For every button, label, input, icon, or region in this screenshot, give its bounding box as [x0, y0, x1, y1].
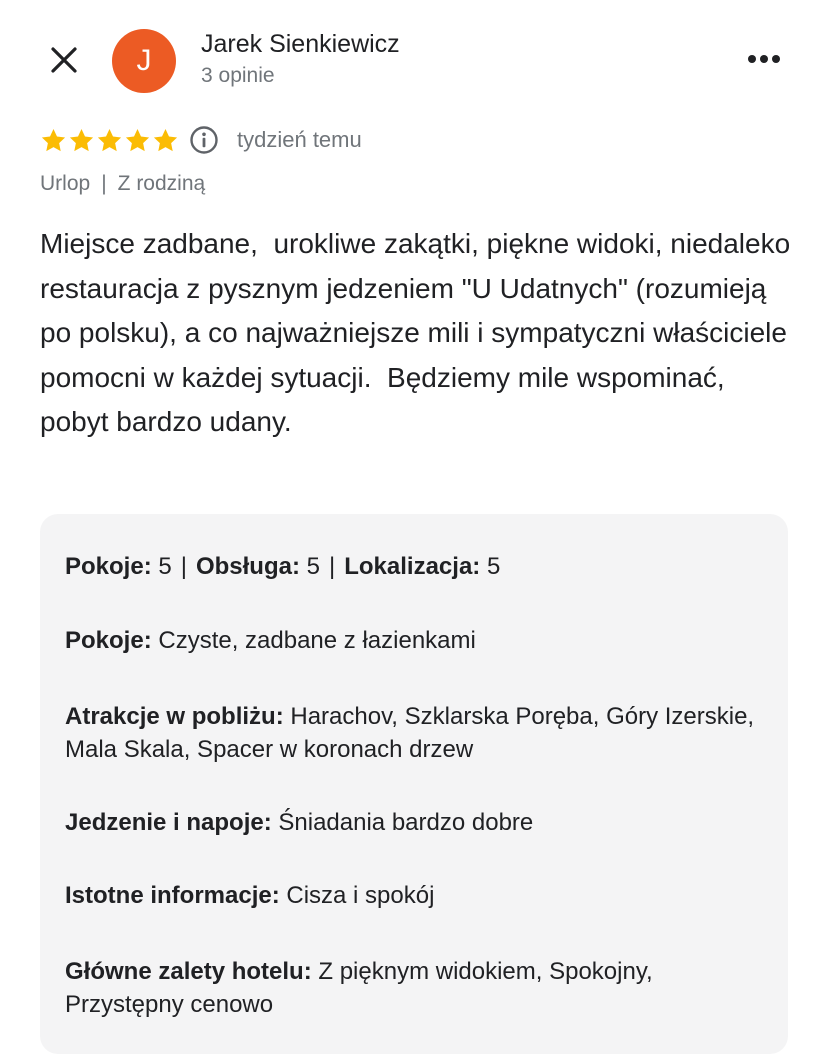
tag-travel-group: Z rodziną [117, 172, 206, 195]
review-date: tydzień temu [237, 127, 362, 152]
detail-label: Główne zalety hotelu: [65, 958, 312, 985]
star-icon [41, 128, 66, 151]
close-button[interactable] [44, 40, 84, 80]
detail-value: Czyste, zadbane z łazienkami [158, 627, 476, 654]
detail-nearby-attractions: Atrakcje w pobliżu: Harachov, Szklarska … [65, 700, 755, 766]
score-label-service: Obsługa: [195, 553, 300, 580]
detail-value: Śniadania bardzo dobre [278, 809, 534, 836]
review-text: Miejsce zadbane, urokliwe zakątki, piękn… [40, 228, 798, 438]
detail-important-info: Istotne informacje: Cisza i spokój [65, 879, 765, 912]
detail-value: Cisza i spokój [286, 882, 435, 909]
reviewer-name[interactable]: Jarek Sienkiewicz [201, 30, 400, 59]
score-value-location: 5 [486, 553, 501, 580]
detail-label: Atrakcje w pobliżu: [65, 703, 284, 730]
score-summary: Pokoje: 5 | Obsługa: 5 | Lokalizacja: 5 [65, 550, 765, 583]
more-options-button[interactable] [740, 42, 788, 76]
score-label-rooms: Pokoje: [65, 553, 152, 580]
score-value-rooms: 5 [158, 553, 172, 580]
detail-food-drinks: Jedzenie i napoje: Śniadania bardzo dobr… [65, 806, 765, 839]
more-horizontal-icon [748, 55, 780, 63]
review-details-box: Pokoje: 5 | Obsługa: 5 | Lokalizacja: 5 Poko… [40, 514, 788, 1054]
star-icon [97, 128, 122, 151]
info-icon [190, 126, 218, 154]
star-icon [69, 128, 94, 151]
score-label-location: Lokalizacja: [344, 553, 481, 580]
score-separator: | [180, 553, 187, 580]
detail-rooms: Pokoje: Czyste, zadbane z łazienkami [65, 624, 765, 657]
tag-separator: | [101, 172, 107, 195]
review-header: J Jarek Sienkiewicz 3 opinie [0, 0, 828, 110]
info-button[interactable] [189, 125, 219, 155]
avatar[interactable]: J [112, 29, 176, 93]
close-icon [51, 47, 77, 73]
trip-tags: Urlop | Z rodziną [40, 172, 205, 196]
score-separator: | [329, 553, 336, 580]
star-icon [153, 128, 178, 151]
detail-label: Jedzenie i napoje: [65, 809, 272, 836]
score-value-service: 5 [306, 553, 320, 580]
reviewer-review-count: 3 opinie [201, 64, 275, 87]
tag-trip-type: Urlop [40, 172, 91, 195]
star-rating [40, 127, 179, 154]
detail-label: Istotne informacje: [65, 882, 280, 909]
detail-hotel-highlights: Główne zalety hotelu: Z pięknym widokiem… [65, 955, 770, 1021]
rating-row: tydzień temu [40, 122, 362, 158]
star-icon [125, 128, 150, 151]
detail-label: Pokoje: [65, 627, 152, 654]
avatar-initial: J [136, 44, 152, 77]
